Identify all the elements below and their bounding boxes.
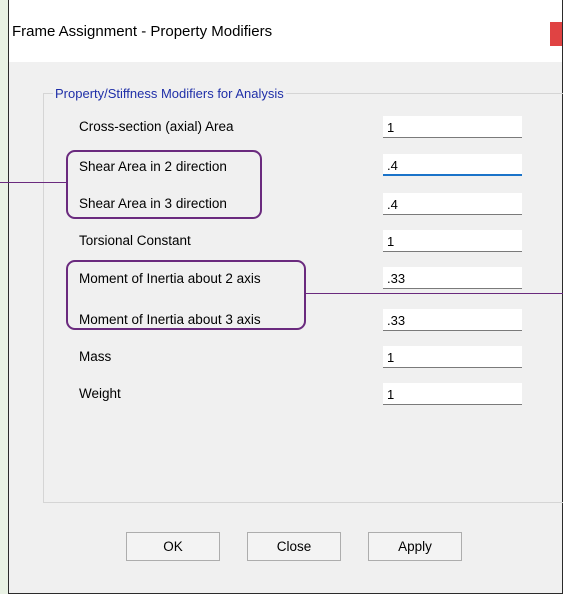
weight-field[interactable]: 1: [383, 383, 522, 405]
group-legend: Property/Stiffness Modifiers for Analysi…: [53, 86, 286, 101]
inertia-highlight: [66, 260, 306, 330]
window-close-button[interactable]: [550, 22, 562, 46]
title-bar: Frame Assignment - Property Modifiers: [9, 0, 562, 62]
label-weight: Weight: [79, 386, 121, 401]
inertia-leader-line: [306, 293, 563, 294]
shear-area-2-field[interactable]: .4: [383, 154, 522, 176]
shear-area-3-field[interactable]: .4: [383, 193, 522, 215]
ok-button[interactable]: OK: [126, 532, 220, 561]
torsional-constant-field[interactable]: 1: [383, 230, 522, 252]
close-button[interactable]: Close: [247, 532, 341, 561]
inertia-3-field[interactable]: .33: [383, 309, 522, 331]
label-axial-area: Cross-section (axial) Area: [79, 119, 234, 134]
apply-button[interactable]: Apply: [368, 532, 462, 561]
label-torsional-constant: Torsional Constant: [79, 233, 191, 248]
label-mass: Mass: [79, 349, 112, 364]
mass-field[interactable]: 1: [383, 346, 522, 368]
inertia-2-field[interactable]: .33: [383, 267, 522, 289]
shear-area-highlight: [66, 150, 262, 219]
axial-area-field[interactable]: 1: [383, 116, 522, 138]
shear-area-leader-line: [0, 182, 66, 183]
dialog-title: Frame Assignment - Property Modifiers: [12, 23, 273, 40]
